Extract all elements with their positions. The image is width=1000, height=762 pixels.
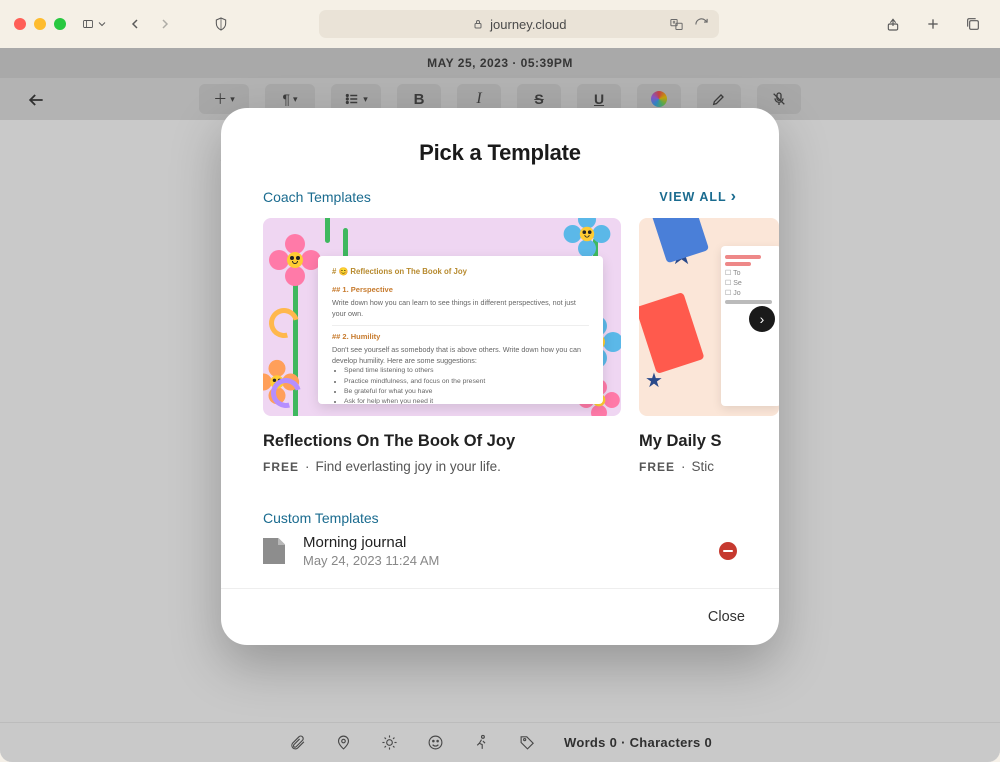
- url-host: journey.cloud: [490, 17, 566, 32]
- template-card[interactable]: Reflections on The Book of Joy ## 1. Per…: [263, 218, 621, 474]
- tabs-icon[interactable]: [960, 11, 986, 37]
- carousel-next-button[interactable]: ›: [749, 306, 775, 332]
- view-all-button[interactable]: VIEW ALL: [659, 188, 737, 206]
- share-icon[interactable]: [880, 11, 906, 37]
- coach-templates-heading: Coach Templates: [263, 189, 371, 205]
- custom-templates-heading: Custom Templates: [263, 510, 737, 526]
- url-bar[interactable]: journey.cloud: [319, 10, 719, 38]
- custom-template-row[interactable]: Morning journal May 24, 2023 11:24 AM: [263, 526, 737, 588]
- template-preview-doc: Reflections on The Book of Joy ## 1. Per…: [318, 256, 603, 404]
- close-window-icon[interactable]: [14, 18, 26, 30]
- modal-title: Pick a Template: [221, 108, 779, 188]
- delete-template-button[interactable]: [719, 542, 737, 560]
- template-card-subtitle: FREE·Stic: [639, 459, 779, 474]
- template-card-title: Reflections On The Book Of Joy: [263, 432, 621, 451]
- window-controls: [14, 18, 66, 30]
- template-card-title: My Daily S: [639, 432, 779, 451]
- template-carousel: Reflections on The Book of Joy ## 1. Per…: [263, 218, 779, 474]
- minimize-window-icon[interactable]: [34, 18, 46, 30]
- nav-back-button[interactable]: [122, 11, 148, 37]
- browser-toolbar: journey.cloud: [0, 0, 1000, 48]
- new-tab-icon[interactable]: [920, 11, 946, 37]
- lock-icon: [472, 18, 484, 30]
- shield-icon[interactable]: [208, 11, 234, 37]
- document-icon: [263, 538, 285, 564]
- refresh-icon[interactable]: [694, 17, 709, 32]
- template-card[interactable]: ★ ★ ☐ To ☐ Se ☐ Jo: [639, 218, 779, 474]
- maximize-window-icon[interactable]: [54, 18, 66, 30]
- sidebar-toggle-button[interactable]: [82, 11, 108, 37]
- template-thumbnail: Reflections on The Book of Joy ## 1. Per…: [263, 218, 621, 416]
- modal-overlay[interactable]: Pick a Template Coach Templates VIEW ALL: [0, 48, 1000, 762]
- close-button[interactable]: Close: [700, 605, 753, 629]
- template-card-subtitle: FREE·Find everlasting joy in your life.: [263, 459, 621, 474]
- template-modal: Pick a Template Coach Templates VIEW ALL: [221, 108, 779, 645]
- nav-forward-button[interactable]: [152, 11, 178, 37]
- custom-template-date: May 24, 2023 11:24 AM: [303, 553, 701, 568]
- translate-icon[interactable]: [669, 17, 684, 32]
- custom-template-name: Morning journal: [303, 534, 701, 551]
